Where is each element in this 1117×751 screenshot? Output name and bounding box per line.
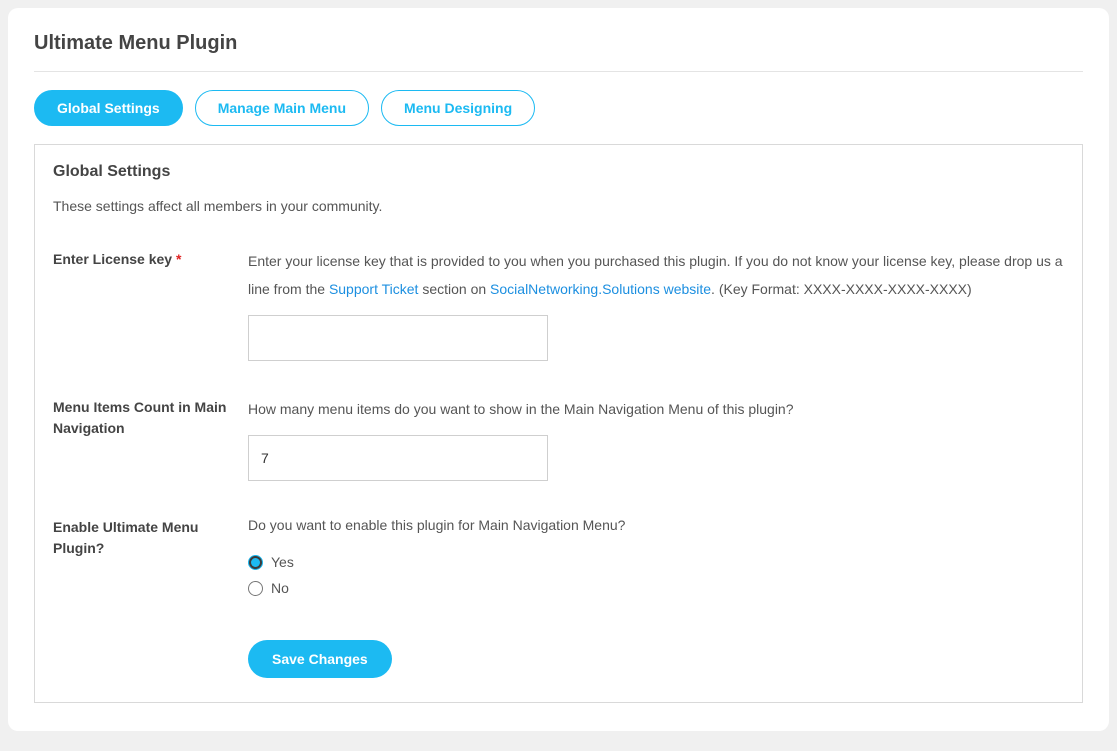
enable-plugin-row: Enable Ultimate Menu Plugin? Do you want… — [53, 515, 1064, 606]
enable-plugin-label: Enable Ultimate Menu Plugin? — [53, 515, 248, 558]
socialnetworking-solutions-link[interactable]: SocialNetworking.Solutions website — [490, 281, 711, 297]
tab-menu-designing[interactable]: Menu Designing — [381, 90, 535, 126]
tabs: Global Settings Manage Main Menu Menu De… — [34, 90, 1083, 126]
enable-plugin-content: Do you want to enable this plugin for Ma… — [248, 515, 1064, 606]
license-key-help: Enter your license key that is provided … — [248, 247, 1064, 303]
license-key-label: Enter License key * — [53, 247, 248, 269]
enable-plugin-yes-radio[interactable] — [248, 555, 263, 570]
page-title: Ultimate Menu Plugin — [34, 32, 1083, 72]
tab-global-settings[interactable]: Global Settings — [34, 90, 183, 126]
enable-plugin-no-label: No — [271, 580, 289, 596]
license-key-input[interactable] — [248, 315, 548, 361]
license-key-row: Enter License key * Enter your license k… — [53, 247, 1064, 361]
save-changes-button[interactable]: Save Changes — [248, 640, 392, 678]
enable-plugin-yes-option[interactable]: Yes — [248, 554, 1064, 570]
enable-plugin-no-option[interactable]: No — [248, 580, 1064, 596]
panel-description: These settings affect all members in you… — [53, 195, 1064, 217]
license-key-content: Enter your license key that is provided … — [248, 247, 1064, 361]
settings-panel: Global Settings These settings affect al… — [34, 144, 1083, 703]
license-help-part3: . (Key Format: XXXX-XXXX-XXXX-XXXX) — [711, 281, 972, 297]
enable-plugin-radio-group: Yes No — [248, 554, 1064, 596]
panel-title: Global Settings — [53, 163, 1064, 181]
support-ticket-link[interactable]: Support Ticket — [329, 281, 419, 297]
menu-count-content: How many menu items do you want to show … — [248, 395, 1064, 481]
tab-manage-main-menu[interactable]: Manage Main Menu — [195, 90, 369, 126]
enable-plugin-yes-label: Yes — [271, 554, 294, 570]
enable-plugin-help: Do you want to enable this plugin for Ma… — [248, 515, 1064, 536]
license-help-part2: section on — [418, 281, 490, 297]
menu-count-row: Menu Items Count in Main Navigation How … — [53, 395, 1064, 481]
menu-count-input[interactable] — [248, 435, 548, 481]
settings-card: Ultimate Menu Plugin Global Settings Man… — [8, 8, 1109, 731]
enable-plugin-no-radio[interactable] — [248, 581, 263, 596]
license-key-label-text: Enter License key — [53, 251, 172, 267]
menu-count-help: How many menu items do you want to show … — [248, 395, 1064, 423]
required-marker: * — [176, 251, 181, 267]
submit-row: Save Changes — [248, 640, 1064, 678]
menu-count-label: Menu Items Count in Main Navigation — [53, 395, 248, 438]
